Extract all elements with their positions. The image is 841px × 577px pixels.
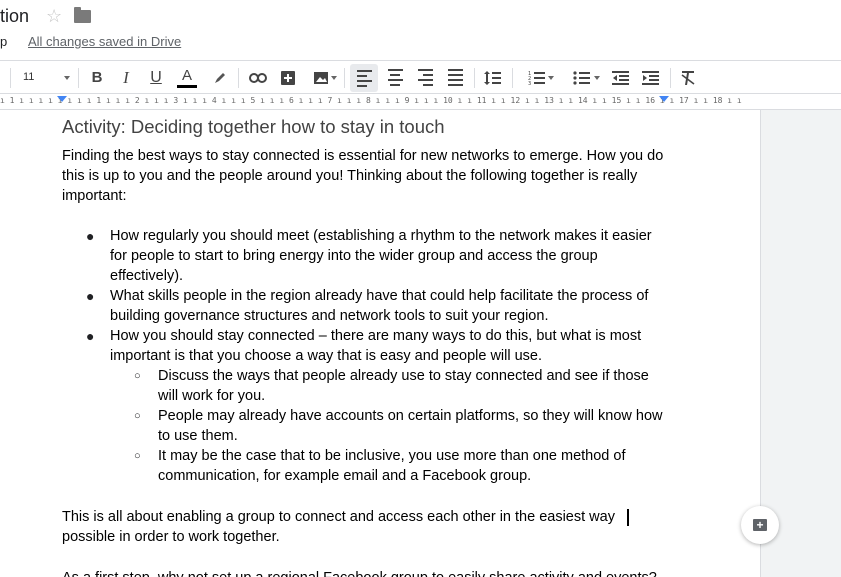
title-bar: tion ☆ p All changes saved in Drive bbox=[0, 0, 841, 60]
left-indent-marker[interactable] bbox=[57, 96, 67, 102]
sub-list-item: People may already have accounts on cert… bbox=[158, 408, 663, 444]
sub-bullet-marker: ○ bbox=[134, 410, 141, 422]
document-title[interactable]: tion bbox=[0, 6, 29, 27]
folder-icon[interactable] bbox=[74, 7, 91, 23]
add-comment-button[interactable]: + bbox=[741, 506, 779, 544]
align-right-icon[interactable] bbox=[412, 61, 438, 94]
list-item: How you should stay connected – there ar… bbox=[110, 328, 642, 364]
increase-indent-icon[interactable] bbox=[638, 61, 664, 94]
italic-button[interactable]: I bbox=[115, 61, 137, 94]
section-heading: Activity: Deciding together how to stay … bbox=[62, 116, 445, 137]
svg-text:3: 3 bbox=[528, 81, 531, 86]
insert-image-icon[interactable] bbox=[304, 61, 338, 94]
ruler-scale: ı 1 ı ı ı ı ı ı ı ı 1 ı ı ı 2 ı ı ı 3 ı … bbox=[0, 96, 742, 105]
clear-formatting-icon[interactable] bbox=[676, 61, 700, 94]
font-size-value: 11 bbox=[23, 71, 35, 83]
sub-bullet-marker: ○ bbox=[134, 450, 141, 462]
toolbar-separator bbox=[344, 68, 345, 88]
toolbar-separator bbox=[10, 68, 11, 88]
add-comment-icon[interactable] bbox=[277, 61, 299, 94]
bullet-marker: ● bbox=[86, 288, 95, 304]
bullet-marker: ● bbox=[86, 228, 95, 244]
link-icon[interactable] bbox=[246, 61, 270, 94]
menu-item-help[interactable]: p bbox=[0, 34, 7, 49]
save-status[interactable]: All changes saved in Drive bbox=[28, 34, 181, 49]
next-paragraph: As a first step, why not set up a region… bbox=[62, 568, 657, 577]
bold-button[interactable]: B bbox=[86, 61, 108, 94]
toolbar-separator bbox=[512, 68, 513, 88]
page-margin-background bbox=[760, 110, 841, 577]
chevron-down-icon bbox=[594, 76, 600, 80]
document-page[interactable]: Activity: Deciding together how to stay … bbox=[0, 110, 760, 577]
font-size-select[interactable]: 11 bbox=[18, 61, 74, 94]
align-center-icon[interactable] bbox=[382, 61, 408, 94]
numbered-list-icon[interactable]: 123 bbox=[518, 61, 556, 94]
intro-paragraph: Finding the best ways to stay connected … bbox=[62, 148, 664, 204]
text-color-letter: A bbox=[181, 67, 192, 84]
sub-bullet-marker: ○ bbox=[134, 370, 141, 382]
chevron-down-icon bbox=[64, 76, 70, 80]
sub-list-item: It may be the case that to be inclusive,… bbox=[158, 448, 626, 484]
toolbar-separator bbox=[78, 68, 79, 88]
bulleted-list-icon[interactable] bbox=[562, 61, 602, 94]
toolbar: 11 B I U A 123 bbox=[0, 60, 841, 94]
line-spacing-icon[interactable] bbox=[480, 61, 506, 94]
highlight-icon[interactable] bbox=[208, 61, 232, 94]
add-comment-icon: + bbox=[753, 519, 767, 531]
text-cursor bbox=[627, 509, 629, 526]
sub-list-item: Discuss the ways that people already use… bbox=[158, 368, 649, 404]
toolbar-separator bbox=[670, 68, 671, 88]
text-color-button[interactable]: A bbox=[175, 61, 199, 94]
toolbar-separator bbox=[474, 68, 475, 88]
list-item: How regularly you should meet (establish… bbox=[110, 228, 652, 284]
decrease-indent-icon[interactable] bbox=[608, 61, 634, 94]
toolbar-separator bbox=[238, 68, 239, 88]
underline-button[interactable]: U bbox=[145, 61, 167, 94]
chevron-down-icon bbox=[548, 76, 554, 80]
right-indent-marker[interactable] bbox=[659, 96, 669, 102]
list-item: What skills people in the region already… bbox=[110, 288, 649, 324]
chevron-down-icon bbox=[331, 76, 337, 80]
closing-paragraph: This is all about enabling a group to co… bbox=[62, 507, 652, 547]
justify-icon[interactable] bbox=[442, 61, 468, 94]
bullet-marker: ● bbox=[86, 328, 95, 344]
align-left-icon[interactable] bbox=[350, 64, 378, 92]
star-icon[interactable]: ☆ bbox=[46, 6, 62, 26]
text-color-swatch bbox=[177, 85, 197, 88]
ruler[interactable]: ı 1 ı ı ı ı ı ı ı ı 1 ı ı ı 2 ı ı ı 3 ı … bbox=[0, 94, 841, 110]
closing-text: This is all about enabling a group to co… bbox=[62, 509, 615, 545]
